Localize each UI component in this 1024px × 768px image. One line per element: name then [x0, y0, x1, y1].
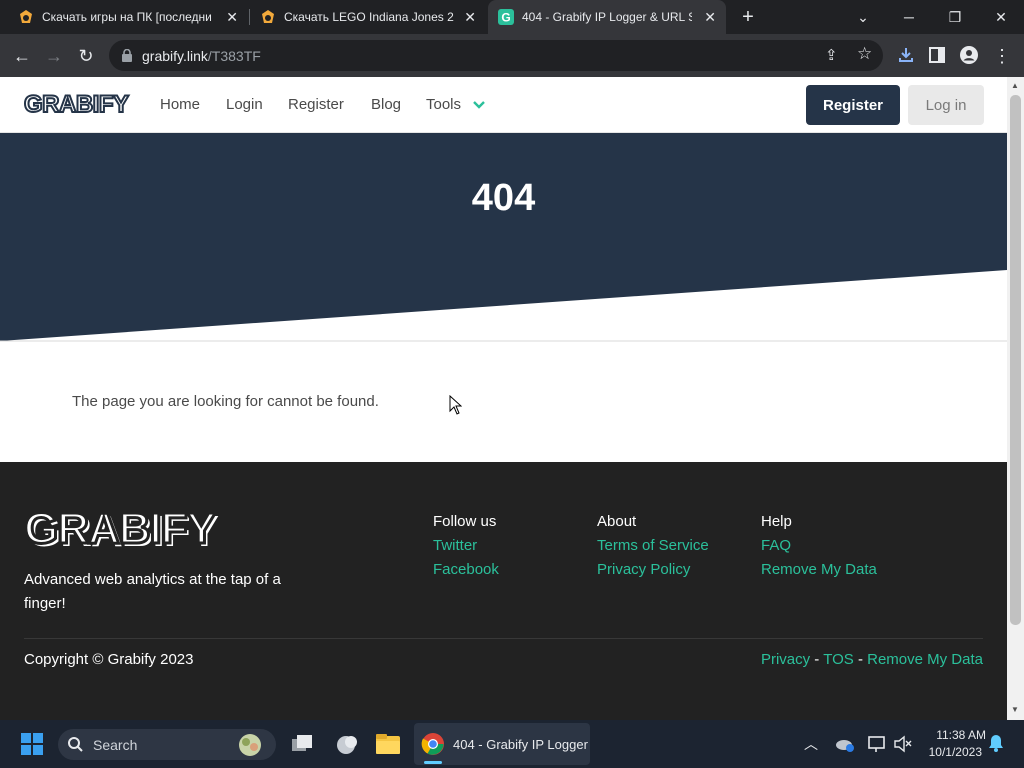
login-button[interactable]: Log in: [908, 85, 984, 125]
side-panel-icon[interactable]: [929, 47, 945, 63]
hero-banner: [0, 133, 1007, 342]
taskbar-chrome-button[interactable]: 404 - Grabify IP Logger: [414, 723, 590, 765]
footer-link-faq[interactable]: FAQ: [761, 537, 791, 554]
page-scrollbar[interactable]: ▲ ▼: [1007, 77, 1024, 720]
tab-games[interactable]: Скачать игры на ПК [последние ✕: [8, 0, 248, 34]
legal-separator: -: [814, 651, 820, 668]
site-footer: GRABIFY Advanced web analytics at the ta…: [0, 462, 1007, 720]
nav-blog[interactable]: Blog: [371, 96, 401, 113]
taskbar-search-box[interactable]: Search: [58, 729, 276, 760]
onedrive-icon[interactable]: [834, 735, 856, 753]
search-placeholder: Search: [93, 737, 138, 753]
web-page: GRABIFY Home Login Register Blog Tools R…: [0, 77, 1007, 720]
footer-heading-follow: Follow us: [433, 513, 497, 530]
nav-tools[interactable]: Tools: [426, 96, 461, 113]
tab-title: 404 - Grabify IP Logger & URL S: [522, 10, 692, 24]
windows-taskbar: Search 404 - Grabify IP Logger ︿ 11:38 A…: [0, 720, 1024, 768]
page-title: 404: [471, 177, 536, 219]
restore-icon[interactable]: ❐: [932, 0, 978, 34]
browser-toolbar: ← → ↻ grabify.link/T383TF ⇪ ☆ ⋮: [0, 34, 1024, 77]
grabify-favicon-icon: G: [498, 9, 514, 25]
legal-link-tos[interactable]: TOS: [823, 651, 854, 668]
active-app-indicator: [424, 761, 442, 764]
fire-favicon-icon: [262, 10, 274, 23]
minimize-icon[interactable]: ─: [886, 0, 932, 34]
search-highlight-icon: [239, 734, 261, 756]
tab-title: Скачать игры на ПК [последние: [42, 10, 212, 24]
tab-title: Скачать LEGO Indiana Jones 2: T: [284, 10, 454, 24]
url-text: grabify.link/T383TF: [142, 48, 261, 64]
address-bar[interactable]: grabify.link/T383TF ⇪ ☆: [109, 40, 883, 71]
menu-kebab-icon[interactable]: ⋮: [988, 42, 1016, 70]
legal-link-remove-data[interactable]: Remove My Data: [867, 651, 983, 668]
task-view-icon[interactable]: [286, 728, 318, 760]
chrome-icon: [421, 733, 444, 755]
nav-home[interactable]: Home: [160, 96, 200, 113]
file-explorer-icon[interactable]: [372, 728, 404, 760]
site-logo[interactable]: GRABIFY: [23, 90, 130, 119]
copyright-text: Copyright © Grabify 2023: [24, 651, 194, 668]
legal-separator: -: [857, 651, 863, 668]
site-navbar: GRABIFY Home Login Register Blog Tools R…: [0, 77, 1007, 133]
svg-text:G: G: [501, 11, 510, 25]
weather-widget-icon[interactable]: [330, 728, 362, 760]
legal-link-privacy[interactable]: Privacy: [761, 651, 810, 668]
download-icon[interactable]: [897, 46, 915, 64]
not-found-message: The page you are looking for cannot be f…: [72, 393, 379, 410]
close-window-icon[interactable]: ✕: [978, 0, 1024, 34]
lock-icon[interactable]: [121, 49, 133, 62]
new-tab-icon[interactable]: +: [736, 6, 760, 28]
footer-link-remove-data[interactable]: Remove My Data: [761, 561, 877, 578]
footer-divider: [24, 638, 983, 639]
nav-login[interactable]: Login: [226, 96, 263, 113]
footer-legal-links: Privacy - TOS - Remove My Data: [761, 651, 983, 668]
notification-bell-icon[interactable]: [988, 734, 1004, 752]
footer-link-facebook[interactable]: Facebook: [433, 561, 499, 578]
volume-muted-icon[interactable]: [893, 735, 913, 753]
taskbar-app-title: 404 - Grabify IP Logger: [453, 737, 588, 752]
bookmark-star-icon[interactable]: ☆: [857, 44, 872, 64]
profile-icon[interactable]: [960, 46, 978, 64]
footer-heading-help: Help: [761, 513, 792, 530]
forward-icon[interactable]: →: [40, 42, 68, 70]
tab-close-icon[interactable]: ✕: [464, 9, 476, 26]
tab-close-icon[interactable]: ✕: [704, 9, 716, 26]
tab-grabify[interactable]: G 404 - Grabify IP Logger & URL S ✕: [488, 0, 726, 34]
footer-link-terms[interactable]: Terms of Service: [597, 537, 709, 554]
search-icon: [68, 737, 83, 752]
tab-lego[interactable]: Скачать LEGO Indiana Jones 2: T ✕: [250, 0, 486, 34]
tab-strip: Скачать игры на ПК [последние ✕ Скачать …: [0, 0, 1024, 34]
footer-link-privacy[interactable]: Privacy Policy: [597, 561, 690, 578]
scroll-up-arrow-icon[interactable]: ▲: [1011, 81, 1019, 90]
footer-logo[interactable]: GRABIFY: [23, 503, 218, 555]
footer-link-twitter[interactable]: Twitter: [433, 537, 477, 554]
footer-tagline: Advanced web analytics at the tap of a f…: [24, 571, 281, 612]
scroll-thumb[interactable]: [1010, 95, 1021, 625]
chevron-down-icon[interactable]: [472, 100, 486, 110]
back-icon[interactable]: ←: [8, 42, 36, 70]
clock-date[interactable]: 10/1/2023: [920, 745, 982, 759]
reload-icon[interactable]: ↻: [72, 42, 100, 70]
network-icon[interactable]: [867, 734, 887, 754]
footer-heading-about: About: [597, 513, 637, 530]
scroll-down-arrow-icon[interactable]: ▼: [1011, 705, 1019, 714]
fire-favicon-icon: [20, 10, 32, 23]
tray-overflow-chevron-icon[interactable]: ︿: [804, 734, 818, 754]
nav-register[interactable]: Register: [288, 96, 344, 113]
tab-search-chevron-icon[interactable]: ⌄: [840, 0, 886, 34]
mouse-cursor-icon: [449, 395, 462, 415]
clock-time[interactable]: 11:38 AM: [920, 728, 986, 742]
share-icon[interactable]: ⇪: [825, 46, 838, 64]
register-button[interactable]: Register: [806, 85, 900, 125]
tab-close-icon[interactable]: ✕: [226, 9, 238, 26]
windows-start-icon[interactable]: [16, 728, 48, 760]
